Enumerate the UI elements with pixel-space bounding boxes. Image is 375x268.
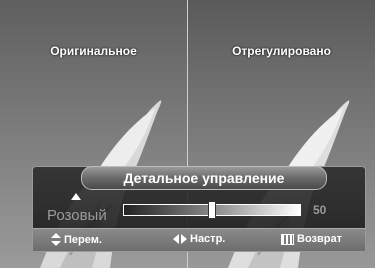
slider-handle[interactable] <box>208 201 216 219</box>
hint-move-label: Перем. <box>64 233 102 246</box>
hint-move: Перем. <box>51 233 102 246</box>
parameter-label[interactable]: Розовый <box>47 207 107 224</box>
menu-icon <box>281 233 294 245</box>
detail-control-panel: Детальное управление Розовый 50 Перем. Н… <box>32 166 366 252</box>
up-arrow-icon[interactable] <box>71 193 81 200</box>
hint-return: Возврат <box>281 233 342 245</box>
original-label: Оригинальное <box>50 44 137 58</box>
up-down-arrows-icon <box>51 233 61 246</box>
slider-value: 50 <box>313 203 327 217</box>
hint-adjust: Настр. <box>173 233 225 245</box>
hint-bar: Перем. Настр. Возврат <box>33 228 365 251</box>
panel-title: Детальное управление <box>81 166 327 190</box>
left-right-arrows-icon <box>173 234 187 244</box>
hint-return-label: Возврат <box>297 233 342 245</box>
value-slider[interactable] <box>123 201 301 219</box>
tv-screen: Оригинальное Отрегулировано Детальное уп… <box>0 0 375 268</box>
hint-adjust-label: Настр. <box>190 233 226 245</box>
adjusted-label: Отрегулировано <box>232 44 331 58</box>
